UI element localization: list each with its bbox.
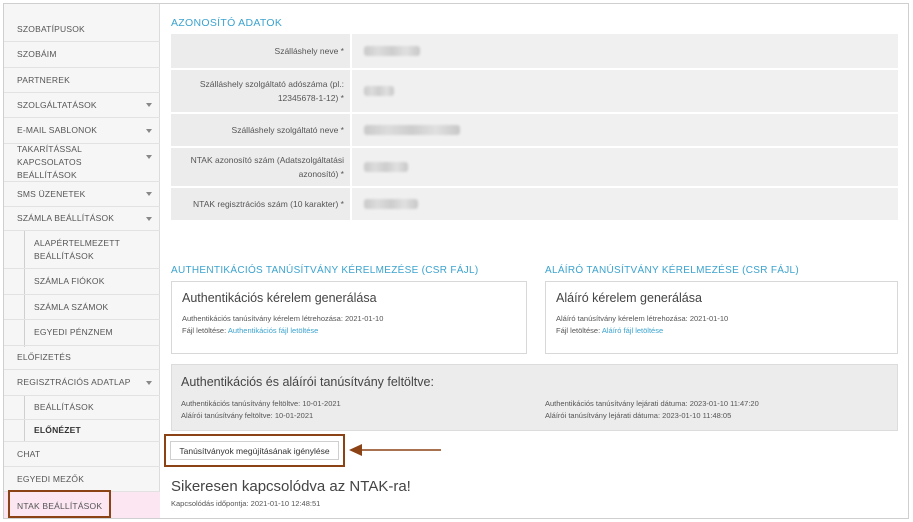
chevron-down-icon — [146, 192, 152, 196]
connection-success-title: Sikeresen kapcsolódva az NTAK-ra! — [171, 478, 411, 495]
sign-csr-title: Aláíró tanúsítvány kérelmezése (CSR fájl… — [545, 265, 800, 276]
redacted-value — [364, 199, 418, 209]
field-label: NTAK regisztrációs szám (10 karakter) * — [171, 188, 350, 220]
field-label: Szálláshely szolgáltató neve * — [171, 114, 350, 146]
redacted-value — [364, 86, 394, 96]
identity-section-title: Azonosító adatok — [171, 17, 283, 29]
chevron-down-icon — [146, 155, 152, 159]
redacted-value — [364, 162, 408, 172]
certificate-status-box: Authentikációs és aláírói tanúsítvány fe… — [171, 364, 898, 431]
app-frame: Szobatípusok Szobáim Partnerek Szolgálta… — [3, 3, 909, 519]
form-row-ntak-registration: NTAK regisztrációs szám (10 karakter) * — [171, 188, 898, 222]
provider-name-field[interactable] — [350, 114, 898, 146]
sidebar-item-custom-currency[interactable]: Egyedi pénznem — [4, 320, 160, 346]
form-row-ntak-id: NTAK azonosító szám (Adatszolgáltatási a… — [171, 148, 898, 188]
tax-number-field[interactable] — [350, 70, 898, 112]
auth-request-title: Authentikációs kérelem generálása — [182, 291, 377, 305]
ntak-settings-panel: Azonosító adatok Szálláshely neve * Szál… — [161, 4, 908, 518]
sidebar-item-email-templates[interactable]: E-mail sablonok — [4, 118, 160, 144]
auth-file-download-link[interactable]: Authentikációs fájl letöltése — [228, 326, 318, 335]
sidebar-item-invoice-settings[interactable]: Számla beállítások — [4, 207, 160, 231]
sidebar-item-room-types[interactable]: Szobatípusok — [4, 18, 160, 42]
highlight-box — [8, 490, 111, 518]
sidebar-item-custom-fields[interactable]: Egyedi mezők — [4, 467, 160, 492]
auth-request-card: Authentikációs kérelem generálása Authen… — [171, 281, 527, 354]
field-label: Szálláshely szolgáltató adószáma (pl.: 1… — [171, 70, 350, 112]
certificate-status-title: Authentikációs és aláírói tanúsítvány fe… — [181, 375, 434, 389]
renew-certificates-button[interactable]: Tanúsítványok megújításának igénylése — [170, 441, 339, 460]
sidebar-item-subscription[interactable]: Előfizetés — [4, 346, 160, 370]
chevron-down-icon — [146, 128, 152, 133]
ntak-id-field[interactable] — [350, 148, 898, 186]
sidebar-item-registration-form[interactable]: Regisztrációs adatlap — [4, 370, 160, 396]
auth-expiry-date: Authentikációs tanúsítvány lejárati dátu… — [545, 399, 759, 408]
field-label: NTAK azonosító szám (Adatszolgáltatási a… — [171, 148, 350, 186]
form-row-accommodation-name: Szálláshely neve * — [171, 34, 898, 70]
sign-request-download: Fájl letöltése: Aláíró fájl letöltése — [556, 326, 664, 335]
sign-expiry-date: Aláírói tanúsítvány lejárati dátuma: 202… — [545, 411, 732, 420]
ntak-registration-field[interactable] — [350, 188, 898, 220]
accommodation-name-field[interactable] — [350, 34, 898, 68]
auth-request-download: Fájl letöltése: Authentikációs fájl letö… — [182, 326, 319, 335]
redacted-value — [364, 125, 460, 135]
sidebar-item-chat[interactable]: Chat — [4, 442, 160, 467]
sign-file-download-link[interactable]: Aláíró fájl letöltése — [602, 326, 663, 335]
sidebar-item-invoice-numbers[interactable]: Számla számok — [4, 295, 160, 320]
sidebar-item-rooms[interactable]: Szobáim — [4, 42, 160, 68]
auth-request-created: Authentikációs tanúsítvány kérelem létre… — [182, 314, 384, 323]
sign-request-card: Aláíró kérelem generálása Aláíró tanúsít… — [545, 281, 898, 354]
sidebar-item-cleaning-settings[interactable]: Takarítással kapcsolatos beállítások — [4, 144, 160, 182]
chevron-down-icon — [146, 380, 152, 385]
settings-sidebar: Szobatípusok Szobáim Partnerek Szolgálta… — [4, 4, 160, 518]
sign-uploaded-date: Aláírói tanúsítvány feltöltve: 10-01-202… — [181, 411, 314, 420]
connection-time: Kapcsolódás időpontja: 2021-01-10 12:48:… — [171, 499, 321, 508]
form-row-provider-name: Szálláshely szolgáltató neve * — [171, 114, 898, 148]
redacted-value — [364, 46, 420, 56]
sidebar-item-registration-settings[interactable]: Beállítások — [4, 396, 160, 420]
sidebar-item-invoice-accounts[interactable]: Számla fiókok — [4, 269, 160, 295]
auth-csr-title: Authentikációs tanúsítvány kérelmezése (… — [171, 265, 479, 276]
sidebar-item-default-settings[interactable]: Alapértelmezett beállítások — [4, 231, 160, 269]
form-row-tax-number: Szálláshely szolgáltató adószáma (pl.: 1… — [171, 70, 898, 114]
auth-uploaded-date: Authentikációs tanúsítvány feltöltve: 10… — [181, 399, 341, 408]
sidebar-item-sms-messages[interactable]: SMS üzenetek — [4, 182, 160, 207]
sidebar-item-services[interactable]: Szolgáltatások — [4, 93, 160, 118]
sign-request-title: Aláíró kérelem generálása — [556, 291, 702, 305]
chevron-down-icon — [146, 103, 152, 107]
sidebar-item-partners[interactable]: Partnerek — [4, 68, 160, 93]
sign-request-created: Aláíró tanúsítvány kérelem létrehozása: … — [556, 314, 729, 323]
field-label: Szálláshely neve * — [171, 34, 350, 68]
sidebar-item-preview[interactable]: Előnézet — [4, 420, 160, 442]
chevron-down-icon — [146, 216, 152, 221]
arrow-left-icon — [349, 444, 441, 456]
